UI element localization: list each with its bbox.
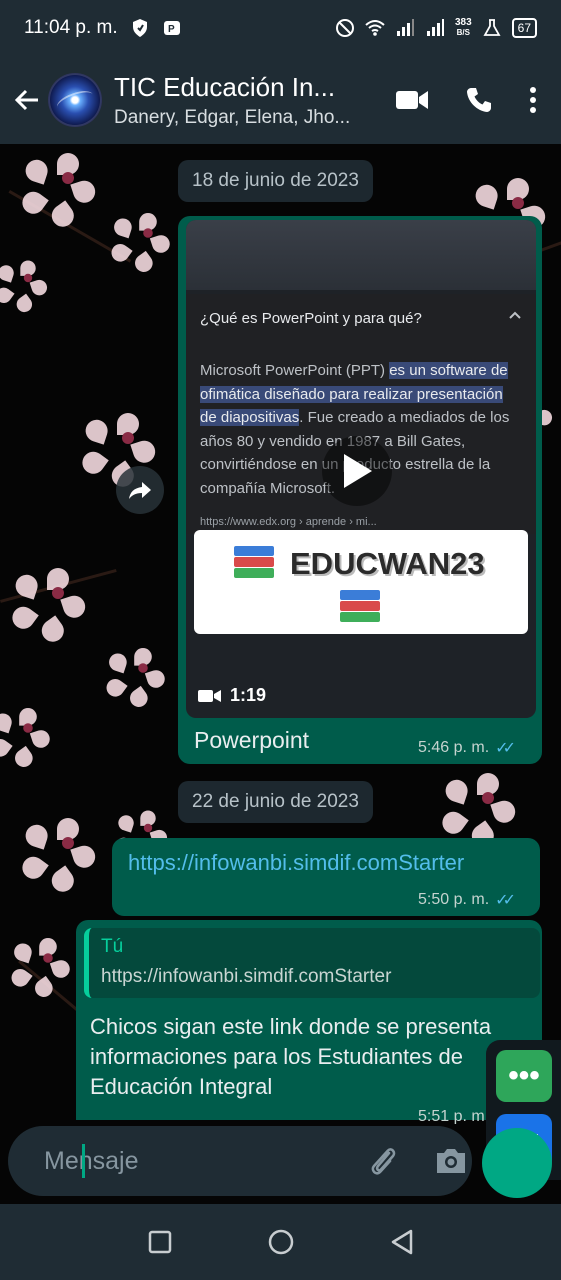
- attach-icon[interactable]: [366, 1144, 400, 1178]
- do-not-disturb-icon: [335, 19, 354, 37]
- books-icon: [340, 590, 380, 624]
- network-speed-unit: B/S: [456, 28, 470, 37]
- message-time-text: 5:51 p. m.: [418, 1110, 490, 1124]
- message-input-bar: [8, 1126, 472, 1196]
- message-time: 5:50 p. m. ✓✓: [418, 890, 516, 910]
- wifi-icon: [365, 20, 385, 36]
- snippet-text-part: Microsoft PowerPoint (PPT): [200, 362, 390, 379]
- quoted-message[interactable]: Tú https://infowanbi.simdif.comStarter: [84, 928, 540, 998]
- recents-icon[interactable]: [148, 1230, 172, 1254]
- message-time-text: 5:46 p. m.: [418, 739, 490, 756]
- video-camera-icon: [198, 689, 221, 702]
- system-nav-bar: [0, 1204, 561, 1280]
- group-avatar[interactable]: [48, 73, 102, 127]
- message-text: Chicos sigan este link donde se presenta…: [90, 1014, 492, 1099]
- back-nav-icon[interactable]: [390, 1229, 414, 1255]
- floating-menu-button[interactable]: •••: [496, 1050, 552, 1102]
- home-icon[interactable]: [267, 1228, 295, 1256]
- app-notification-icon: P: [163, 21, 180, 35]
- video-thumbnail[interactable]: ¿Qué es PowerPoint y para qué? Microsoft…: [186, 220, 536, 718]
- text-cursor: [82, 1144, 85, 1178]
- message-time: 5:46 p. m. ✓✓: [418, 738, 516, 758]
- video-duration: 1:19: [198, 685, 266, 706]
- camera-icon[interactable]: [434, 1146, 468, 1176]
- video-source: https://www.edx.org › aprende › mi...: [200, 516, 377, 528]
- group-name: TIC Educación In...: [114, 71, 336, 102]
- chat-title-area[interactable]: TIC Educación In... Danery, Edgar, Elena…: [114, 72, 359, 129]
- network-speed: 383 B/S: [455, 18, 472, 38]
- message-input[interactable]: [44, 1146, 366, 1176]
- play-button[interactable]: [322, 436, 392, 506]
- play-icon: [344, 454, 372, 488]
- quoted-text: https://infowanbi.simdif.comStarter: [101, 966, 392, 987]
- status-bar: 11:04 p. m. P 383 B/S 67: [0, 0, 561, 56]
- forward-button[interactable]: [116, 466, 164, 514]
- back-button[interactable]: [6, 56, 48, 144]
- message-time: 5:51 p. m.: [418, 1110, 489, 1124]
- video-question: ¿Qué es PowerPoint y para qué?: [200, 310, 422, 327]
- brand-name: EDUCWAN23: [290, 546, 485, 581]
- chevron-up-icon: [509, 311, 521, 319]
- video-caption: Powerpoint: [194, 727, 310, 753]
- network-speed-value: 383: [454, 17, 472, 28]
- read-receipt-icon: ✓✓: [495, 892, 516, 909]
- shield-icon: [132, 19, 147, 37]
- signal-2-icon: [426, 19, 444, 36]
- books-icon: [234, 546, 274, 580]
- svg-text:P: P: [168, 24, 175, 35]
- message-link[interactable]: https://infowanbi.simdif.comStarter: [128, 850, 464, 876]
- date-separator: 22 de junio de 2023: [178, 781, 373, 823]
- mic-button[interactable]: [482, 1128, 552, 1198]
- group-members: Danery, Edgar, Elena, Jho...: [114, 106, 351, 128]
- message-time-text: 5:50 p. m.: [418, 891, 490, 908]
- video-call-icon[interactable]: [395, 88, 429, 112]
- clock: 11:04 p. m.: [24, 17, 118, 38]
- quoted-author: Tú: [101, 936, 124, 957]
- chat-header: TIC Educación In... Danery, Edgar, Elena…: [0, 56, 561, 144]
- flask-icon: [483, 19, 501, 36]
- video-top-band: [186, 220, 536, 290]
- forward-icon: [129, 482, 151, 499]
- battery-indicator: 67: [511, 18, 537, 38]
- arrow-left-icon: [14, 89, 38, 111]
- video-duration-text: 1:19: [230, 685, 267, 705]
- signal-icon: [396, 19, 414, 36]
- date-separator: 18 de junio de 2023: [178, 160, 373, 202]
- brand-banner: EDUCWAN23: [194, 530, 528, 634]
- phone-call-icon[interactable]: [465, 86, 493, 114]
- read-receipt-icon: ✓✓: [495, 740, 516, 757]
- more-options-icon[interactable]: [529, 86, 537, 114]
